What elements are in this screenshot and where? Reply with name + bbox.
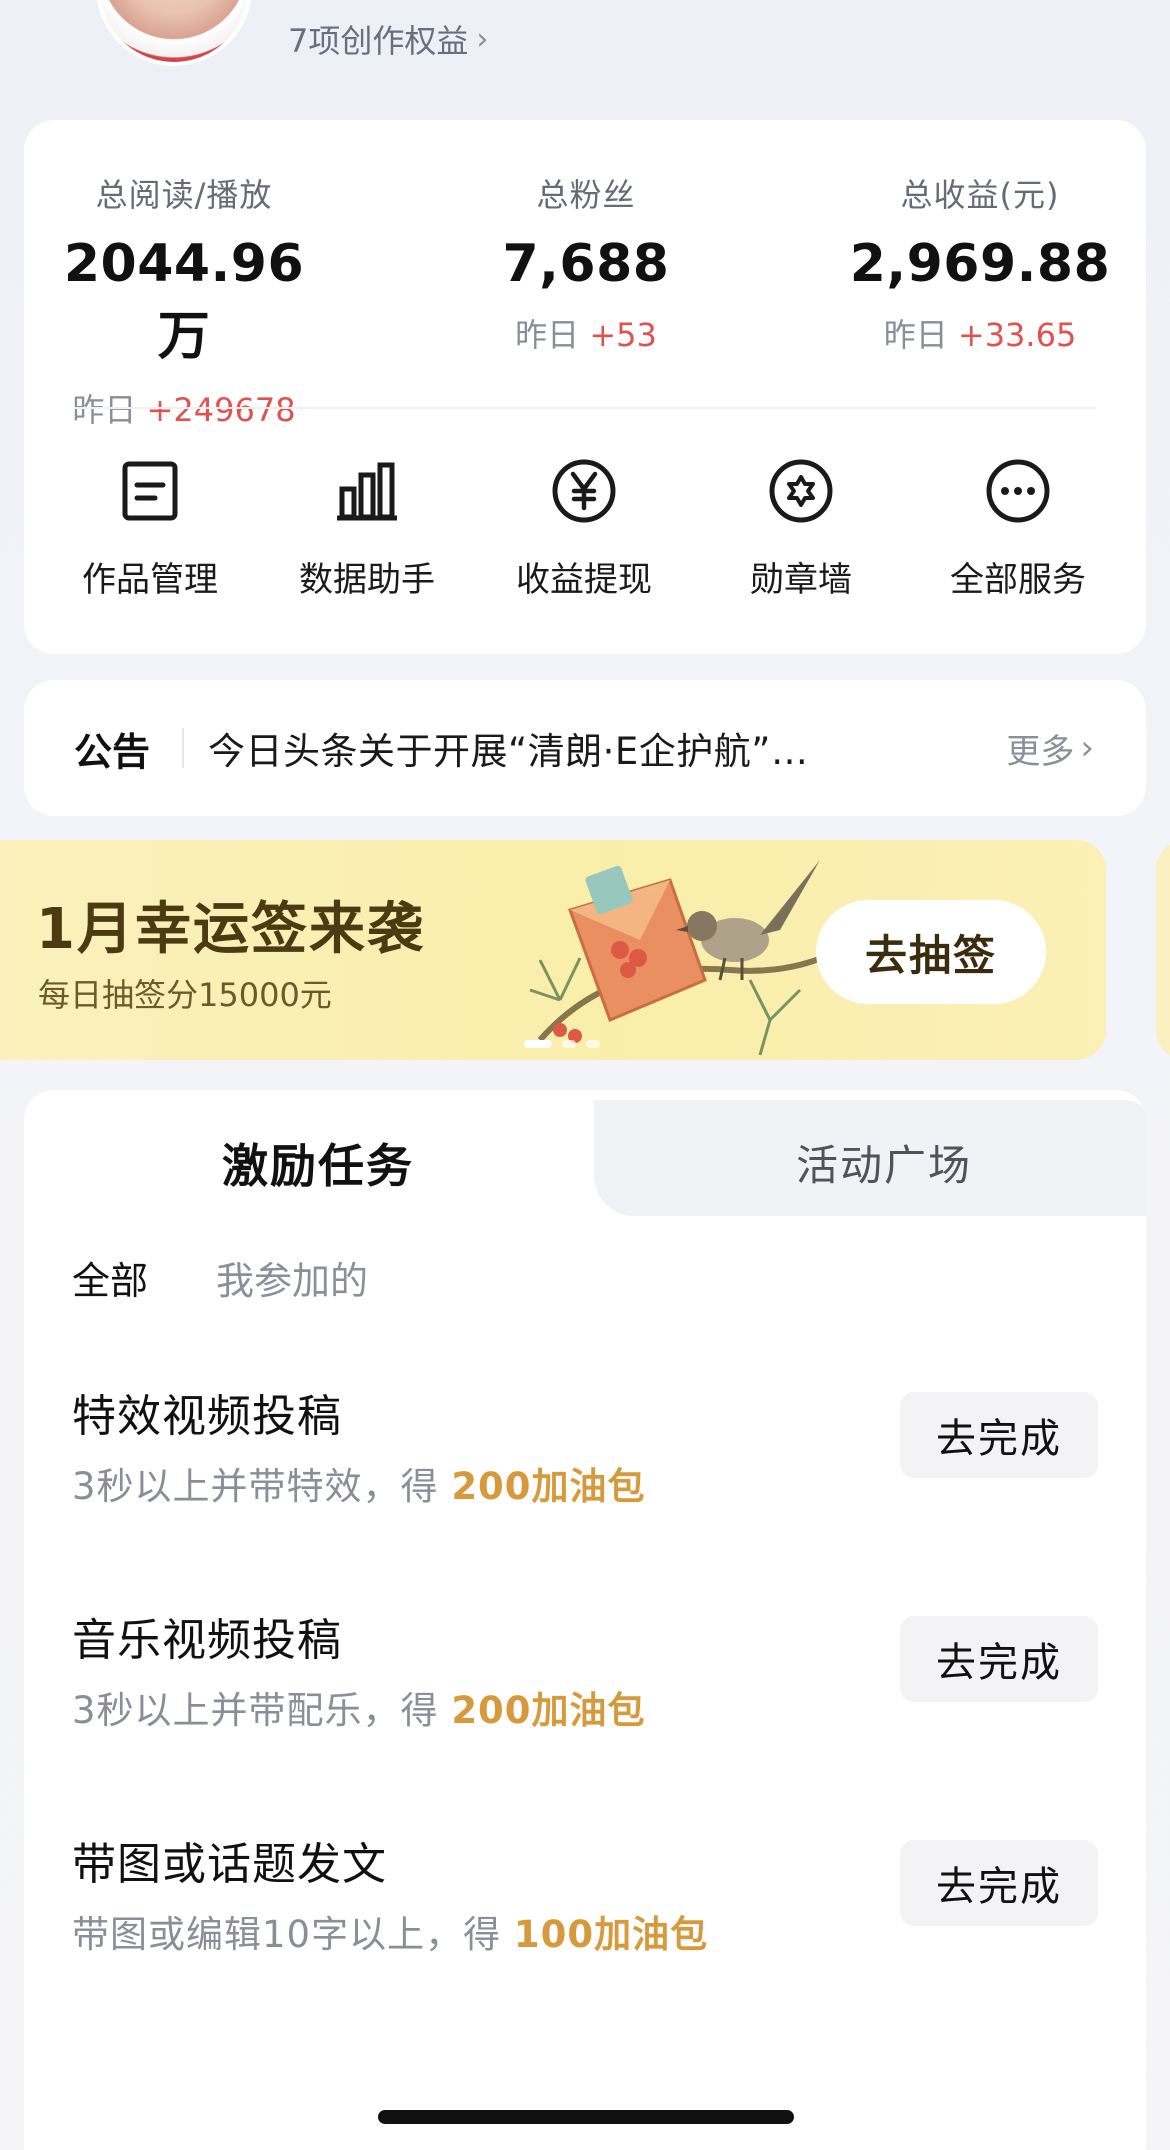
service-label: 收益提现 — [516, 560, 652, 600]
stat-label: 总收益(元) — [900, 176, 1060, 214]
task-item: 带图或话题发文 带图或编辑10字以上，得 100加油包 去完成 — [72, 1828, 1098, 1988]
announcement-title: 公告 — [74, 729, 151, 774]
service-works-management[interactable]: 作品管理 — [50, 456, 250, 601]
service-medal-wall[interactable]: 勋章墙 — [701, 456, 901, 601]
lucky-draw-illustration — [529, 860, 840, 1056]
announcement-more-link[interactable]: 更多 › — [1006, 724, 1094, 773]
complete-task-button[interactable]: 去完成 — [900, 1392, 1098, 1478]
services-grid: 作品管理 数据助手 收益提现 勋章墙 全部服务 — [24, 456, 1146, 616]
banner-title: 1月幸运签来袭 — [36, 897, 425, 962]
bar-chart-icon — [332, 456, 402, 526]
avatar[interactable] — [96, 0, 252, 66]
complete-task-button[interactable]: 去完成 — [900, 1616, 1098, 1702]
divider — [74, 407, 1096, 409]
medal-icon — [766, 456, 836, 526]
carousel-indicator — [524, 1040, 600, 1048]
carousel-dot — [586, 1040, 600, 1048]
carousel-dot-active — [524, 1040, 552, 1048]
tab-incentive-tasks[interactable]: 激励任务 — [222, 1130, 414, 1196]
stat-value: 7,688 — [502, 234, 670, 294]
announcement-text[interactable]: 今日头条关于开展“清朗·E企护航”… — [208, 721, 808, 775]
task-reward: 100加油包 — [513, 1913, 709, 1956]
creator-rights-link[interactable]: 7项创作权益 › — [288, 16, 488, 62]
carousel-dot — [562, 1040, 576, 1048]
stat-total-earnings[interactable]: 总收益(元) 2,969.88 昨日 +33.65 — [830, 170, 1130, 356]
stat-label: 总阅读/播放 — [95, 176, 273, 214]
next-banner-peek — [1156, 840, 1170, 1060]
chevron-right-icon: › — [1080, 728, 1094, 768]
divider — [182, 728, 184, 768]
tab-activity-square[interactable]: 活动广场 — [796, 1132, 972, 1193]
document-icon — [115, 456, 185, 526]
stat-value: 2,969.88 — [849, 234, 1111, 294]
more-icon — [983, 456, 1053, 526]
task-description: 带图或编辑10字以上，得 100加油包 — [72, 1913, 709, 1956]
complete-task-button[interactable]: 去完成 — [900, 1840, 1098, 1926]
task-item: 特效视频投稿 3秒以上并带特效，得 200加油包 去完成 — [72, 1380, 1098, 1540]
filter-joined[interactable]: 我参加的 — [216, 1250, 368, 1305]
stat-delta: 昨日 +33.65 — [883, 316, 1077, 354]
service-label: 全部服务 — [950, 560, 1086, 600]
stat-total-fans[interactable]: 总粉丝 7,688 昨日 +53 — [456, 170, 716, 356]
task-reward: 200加油包 — [451, 1689, 646, 1732]
stats-card: 总阅读/播放 2044.96万 昨日 +249678 总粉丝 7,688 昨日 … — [24, 120, 1146, 654]
draw-lot-button[interactable]: 去抽签 — [816, 900, 1046, 1004]
service-all[interactable]: 全部服务 — [918, 456, 1118, 601]
banner-subtitle: 每日抽签分15000元 — [38, 976, 332, 1014]
announcement-bar[interactable]: 公告 今日头条关于开展“清朗·E企护航”… 更多 › — [24, 680, 1146, 816]
task-title: 音乐视频投稿 — [72, 1615, 342, 1666]
task-reward: 200加油包 — [451, 1465, 646, 1508]
stat-total-reads[interactable]: 总阅读/播放 2044.96万 昨日 +249678 — [54, 170, 314, 431]
task-description: 3秒以上并带特效，得 200加油包 — [72, 1465, 646, 1508]
promo-banner[interactable]: 1月幸运签来袭 每日抽签分15000元 去抽签 — [0, 840, 1106, 1060]
filter-all[interactable]: 全部 — [72, 1250, 148, 1305]
stat-value: 2044.96万 — [63, 234, 305, 367]
task-description: 3秒以上并带配乐，得 200加油包 — [72, 1689, 646, 1732]
service-label: 作品管理 — [82, 560, 218, 600]
creator-rights-label: 7项创作权益 — [288, 22, 469, 60]
stat-delta: 昨日 +53 — [515, 316, 657, 354]
stat-label: 总粉丝 — [536, 176, 636, 214]
tasks-card: 激励任务 活动广场 全部 我参加的 特效视频投稿 3秒以上并带特效，得 200加… — [24, 1090, 1146, 2150]
service-label: 数据助手 — [299, 560, 435, 600]
more-label: 更多 — [1006, 731, 1075, 772]
task-title: 特效视频投稿 — [72, 1391, 342, 1442]
service-label: 勋章墙 — [750, 560, 852, 600]
task-item: 音乐视频投稿 3秒以上并带配乐，得 200加油包 去完成 — [72, 1604, 1098, 1764]
chevron-right-icon: › — [476, 21, 489, 57]
task-title: 带图或话题发文 — [72, 1839, 387, 1890]
service-data-assistant[interactable]: 数据助手 — [267, 456, 467, 601]
yen-icon — [549, 456, 619, 526]
service-withdraw[interactable]: 收益提现 — [484, 456, 684, 601]
home-indicator[interactable] — [378, 2110, 794, 2124]
